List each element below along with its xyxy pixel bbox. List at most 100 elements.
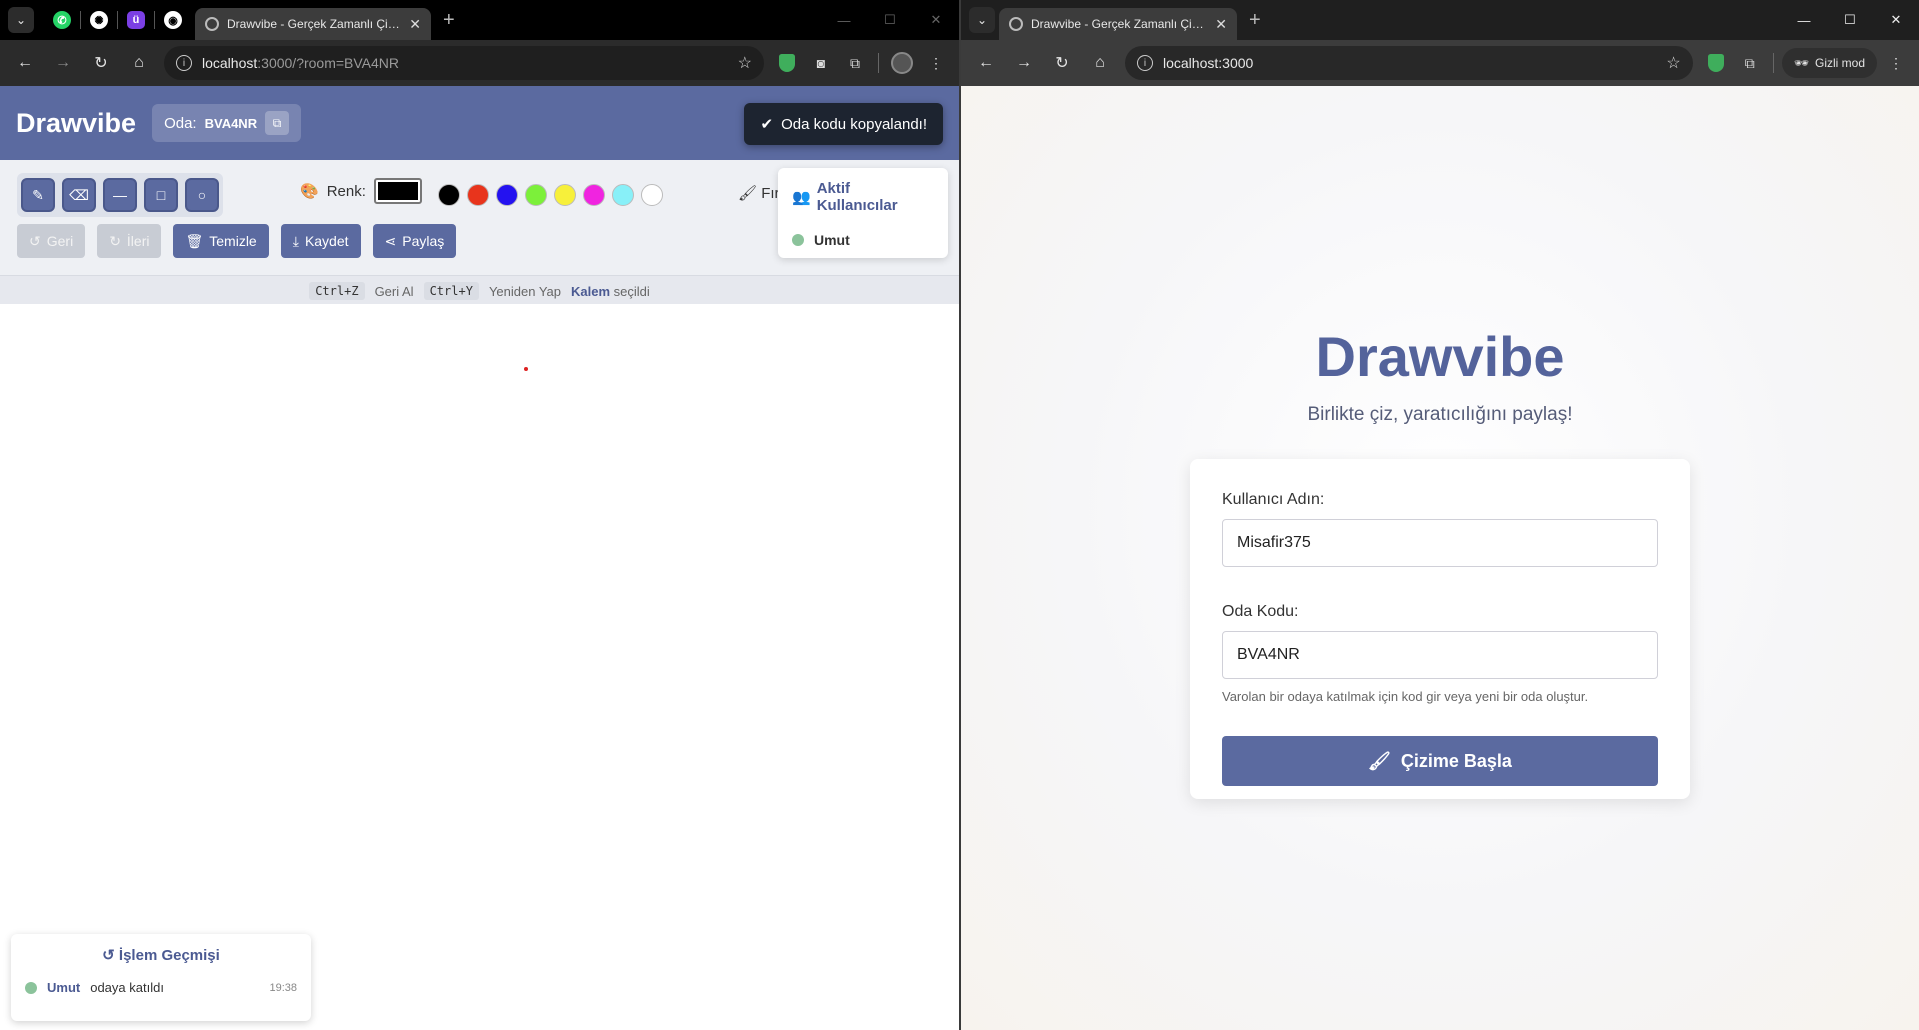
- circle-tool-button[interactable]: ○: [185, 178, 219, 212]
- line-tool-button[interactable]: —: [103, 178, 137, 212]
- globe-icon: [1009, 17, 1023, 31]
- tab-search-button[interactable]: ⌄: [8, 7, 34, 33]
- menu-kebab-icon[interactable]: ⋮: [1881, 48, 1911, 78]
- purple-app-icon: ü: [127, 11, 145, 29]
- maximize-button[interactable]: ☐: [1827, 0, 1873, 40]
- close-tab-icon[interactable]: ✕: [409, 16, 421, 33]
- forward-button[interactable]: →: [46, 46, 80, 80]
- brand-logo: Drawvibe: [16, 107, 137, 138]
- toolbar-separator: [1772, 53, 1774, 73]
- redo-shortcut-key: Ctrl+Y: [423, 282, 479, 300]
- active-users-panel: 👥 Aktif Kullanıcılar Umut: [778, 168, 948, 258]
- extensions-puzzle-icon[interactable]: ⧉: [1735, 48, 1765, 78]
- close-tab-icon[interactable]: ✕: [1215, 16, 1227, 33]
- history-icon: ↺: [102, 947, 115, 964]
- incognito-icon: 🕶: [1793, 56, 1809, 70]
- color-swatch[interactable]: [641, 184, 663, 206]
- username-label: Kullanıcı Adın:: [1222, 491, 1325, 508]
- color-picker-group: 🎨 Renk:: [300, 178, 422, 204]
- color-swatches: [438, 184, 663, 206]
- site-info-icon[interactable]: i: [176, 55, 192, 71]
- site-info-icon[interactable]: i: [1137, 55, 1153, 71]
- clear-button[interactable]: 🗑 Temizle: [173, 224, 269, 258]
- minimize-button[interactable]: —: [1781, 0, 1827, 40]
- browser-toolbar: ← → ↻ ⌂ i localhost:3000/?room=BVA4NR ☆ …: [0, 40, 959, 86]
- incognito-badge[interactable]: 🕶 Gizli mod: [1781, 48, 1877, 78]
- window-controls: — ☐ ✕: [821, 0, 959, 40]
- home-button[interactable]: ⌂: [122, 46, 156, 80]
- bookmark-star-icon[interactable]: ☆: [1666, 53, 1680, 73]
- rectangle-tool-button[interactable]: □: [144, 178, 178, 212]
- color-swatch[interactable]: [438, 184, 460, 206]
- color-swatch[interactable]: [583, 184, 605, 206]
- maximize-button[interactable]: ☐: [867, 0, 913, 40]
- color-swatch[interactable]: [554, 184, 576, 206]
- save-button[interactable]: ⤓ Kaydet: [280, 224, 361, 258]
- reload-button[interactable]: ↻: [1045, 46, 1079, 80]
- home-button[interactable]: ⌂: [1083, 46, 1117, 80]
- back-button[interactable]: ←: [969, 46, 1003, 80]
- chatgpt-icon: ✺: [90, 11, 108, 29]
- room-chip: Oda: BVA4NR ⧉: [152, 104, 302, 142]
- palette-icon: 🎨: [300, 183, 319, 200]
- left-browser-window: ⌄ ✆ ✺ ü ◉ Drawvibe - Gerçek Zamanlı Çizi…: [0, 0, 959, 1030]
- current-color-input[interactable]: [373, 178, 422, 204]
- close-window-button[interactable]: ✕: [1873, 0, 1919, 40]
- undo-icon: ↺: [29, 232, 41, 249]
- color-label: Renk:: [326, 182, 366, 200]
- toast-text: Oda kodu kopyalandı!: [781, 115, 927, 133]
- minimize-button[interactable]: —: [821, 0, 867, 40]
- pencil-tool-button[interactable]: ✎: [21, 178, 55, 212]
- drawing-canvas[interactable]: ↺ İşlem Geçmişi Umut odaya katıldı 19:38: [0, 304, 959, 1030]
- address-bar[interactable]: i localhost:3000 ☆: [1125, 46, 1693, 80]
- new-tab-button[interactable]: +: [443, 9, 455, 32]
- extensions-puzzle-icon[interactable]: ⧉: [840, 48, 870, 78]
- window-controls: — ☐ ✕: [1781, 0, 1919, 40]
- user-row: Umut: [792, 232, 934, 248]
- redo-button[interactable]: ↻ İleri: [97, 224, 162, 258]
- share-button[interactable]: ⋖ Paylaş: [372, 224, 457, 258]
- checkmark-icon: ✔: [760, 116, 774, 133]
- camera-extension-icon[interactable]: ◙: [806, 48, 836, 78]
- back-button[interactable]: ←: [8, 46, 42, 80]
- bookmark-star-icon[interactable]: ☆: [738, 53, 752, 73]
- color-swatch[interactable]: [525, 184, 547, 206]
- username-input[interactable]: Misafir375: [1222, 519, 1658, 567]
- start-drawing-button[interactable]: 🖌 Çizime Başla: [1222, 736, 1658, 786]
- pinned-tab-purple[interactable]: ü: [118, 6, 154, 34]
- menu-kebab-icon[interactable]: ⋮: [921, 48, 951, 78]
- address-bar[interactable]: i localhost:3000/?room=BVA4NR ☆: [164, 46, 764, 80]
- app-header: Drawvibe Oda: BVA4NR ⧉ ✔ Oda kodu kopyal…: [0, 86, 959, 160]
- copy-icon[interactable]: ⧉: [265, 111, 290, 135]
- room-code-input[interactable]: BVA4NR: [1222, 631, 1658, 679]
- undo-button[interactable]: ↺ Geri: [17, 224, 86, 258]
- active-users-title: 👥 Aktif Kullanıcılar: [792, 180, 898, 214]
- reload-button[interactable]: ↻: [84, 46, 118, 80]
- extension-shield-icon[interactable]: [772, 48, 802, 78]
- landing-subtitle: Birlikte çiz, yaratıcılığını paylaş!: [1307, 404, 1573, 425]
- color-swatch[interactable]: [612, 184, 634, 206]
- share-icon: ⋖: [384, 232, 397, 249]
- undo-shortcut-text: Geri Al: [374, 283, 414, 299]
- close-window-button[interactable]: ✕: [913, 0, 959, 40]
- toolbar-separator: [878, 53, 879, 73]
- pinned-tab-github[interactable]: ◉: [155, 6, 191, 34]
- tab-title: Drawvibe - Gerçek Zamanlı Çizim: [227, 17, 402, 31]
- pinned-tab-whatsapp[interactable]: ✆: [44, 6, 80, 34]
- tab-strip: ⌄ Drawvibe - Gerçek Zamanlı Çizim ✕ + — …: [961, 0, 1919, 40]
- redo-icon: ↻: [109, 232, 121, 249]
- extension-shield-icon[interactable]: [1701, 48, 1731, 78]
- shortcut-bar: Ctrl+Z Geri Al Ctrl+Y Yeniden Yap Kalem …: [0, 276, 959, 307]
- active-tab[interactable]: Drawvibe - Gerçek Zamanlı Çizim ✕: [999, 8, 1237, 40]
- color-swatch[interactable]: [467, 184, 489, 206]
- history-panel: ↺ İşlem Geçmişi Umut odaya katıldı 19:38: [11, 934, 311, 1021]
- eraser-tool-button[interactable]: ⌫: [62, 178, 96, 212]
- active-tab[interactable]: Drawvibe - Gerçek Zamanlı Çizim ✕: [195, 8, 431, 40]
- profile-avatar[interactable]: [887, 48, 917, 78]
- tab-search-button[interactable]: ⌄: [969, 7, 995, 33]
- forward-button[interactable]: →: [1007, 46, 1041, 80]
- room-code-hint: Varolan bir odaya katılmak için kod gir …: [1222, 689, 1589, 704]
- new-tab-button[interactable]: +: [1249, 9, 1261, 32]
- pinned-tab-chatgpt[interactable]: ✺: [81, 6, 117, 34]
- color-swatch[interactable]: [496, 184, 518, 206]
